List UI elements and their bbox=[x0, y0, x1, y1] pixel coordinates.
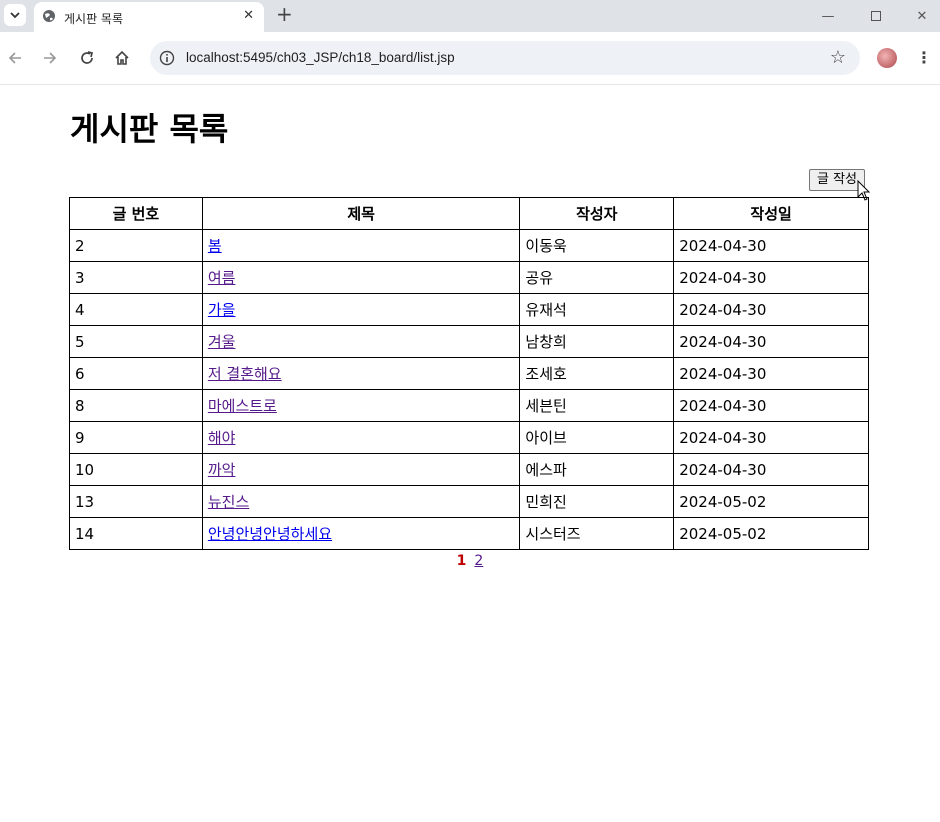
table-row: 6 저 결혼해요 조세호 2024-04-30 bbox=[69, 357, 869, 390]
post-date: 2024-04-30 bbox=[673, 229, 869, 262]
post-number: 9 bbox=[69, 421, 203, 454]
post-title-cell: 마에스트로 bbox=[201, 389, 521, 422]
close-icon[interactable]: ✕ bbox=[243, 8, 254, 23]
table-row: 4 가을 유재석 2024-04-30 bbox=[69, 293, 869, 326]
post-title-link[interactable]: 저 결혼해요 bbox=[208, 365, 282, 383]
post-number: 5 bbox=[69, 325, 203, 358]
post-number: 14 bbox=[69, 517, 203, 550]
board-table: 글 번호 제목 작성자 작성일 2 봄 이동욱 2024-04-30 3 여름 … bbox=[69, 197, 869, 550]
post-date: 2024-04-30 bbox=[673, 389, 869, 422]
post-date: 2024-04-30 bbox=[673, 293, 869, 326]
post-title-link[interactable]: 안녕안녕안녕하세요 bbox=[208, 525, 332, 543]
window-close-icon[interactable]: ✕ bbox=[912, 6, 932, 26]
post-number: 4 bbox=[69, 293, 203, 326]
reload-icon[interactable] bbox=[75, 46, 99, 70]
post-title-cell: 뉴진스 bbox=[201, 485, 521, 518]
minimize-icon[interactable]: — bbox=[818, 6, 838, 26]
post-number: 8 bbox=[69, 389, 203, 422]
post-title-cell: 겨울 bbox=[201, 325, 521, 358]
info-icon[interactable] bbox=[159, 50, 175, 66]
address-bar[interactable]: localhost:5495/ch03_JSP/ch18_board/list.… bbox=[150, 41, 860, 75]
post-title-link[interactable]: 가을 bbox=[208, 301, 236, 319]
post-title-cell: 저 결혼해요 bbox=[201, 357, 521, 390]
post-number: 13 bbox=[69, 485, 203, 518]
post-number: 3 bbox=[69, 261, 203, 294]
post-author: 이동욱 bbox=[519, 229, 675, 262]
post-title-cell: 가을 bbox=[201, 293, 521, 326]
post-number: 6 bbox=[69, 357, 203, 390]
post-title-link[interactable]: 여름 bbox=[208, 269, 236, 287]
post-number: 2 bbox=[69, 229, 203, 262]
post-title-link[interactable]: 봄 bbox=[208, 237, 222, 255]
post-title-link[interactable]: 마에스트로 bbox=[208, 397, 277, 415]
post-author: 아이브 bbox=[519, 421, 675, 454]
home-icon[interactable] bbox=[110, 46, 134, 70]
post-date: 2024-05-02 bbox=[673, 485, 869, 518]
table-row: 2 봄 이동욱 2024-04-30 bbox=[69, 229, 869, 262]
post-title-cell: 봄 bbox=[201, 229, 521, 262]
browser-toolbar: localhost:5495/ch03_JSP/ch18_board/list.… bbox=[0, 32, 940, 85]
globe-icon bbox=[43, 10, 55, 22]
table-row: 10 까악 에스파 2024-04-30 bbox=[69, 453, 869, 486]
avatar[interactable] bbox=[877, 48, 897, 68]
forward-arrow-icon[interactable] bbox=[38, 46, 62, 70]
tab-strip: 게시판 목록 ✕ + — ✕ bbox=[0, 0, 940, 32]
table-row: 8 마에스트로 세븐틴 2024-04-30 bbox=[69, 389, 869, 422]
table-header-row: 글 번호 제목 작성자 작성일 bbox=[69, 197, 869, 230]
post-author: 유재석 bbox=[519, 293, 675, 326]
column-header-title: 제목 bbox=[201, 197, 521, 230]
post-title-cell: 까악 bbox=[201, 453, 521, 486]
star-icon[interactable]: ☆ bbox=[830, 47, 846, 68]
tab-title: 게시판 목록 bbox=[64, 12, 124, 26]
column-header-author: 작성자 bbox=[519, 197, 675, 230]
maximize-icon[interactable] bbox=[866, 6, 886, 26]
post-date: 2024-04-30 bbox=[673, 357, 869, 390]
post-author: 시스터즈 bbox=[519, 517, 675, 550]
url-text: localhost:5495/ch03_JSP/ch18_board/list.… bbox=[186, 50, 455, 65]
post-date: 2024-05-02 bbox=[673, 517, 869, 550]
chevron-down-icon bbox=[10, 12, 20, 19]
post-title-link[interactable]: 겨울 bbox=[208, 333, 236, 351]
page-link[interactable]: 2 bbox=[474, 553, 483, 569]
post-title-link[interactable]: 뉴진스 bbox=[208, 493, 249, 511]
column-header-date: 작성일 bbox=[673, 197, 869, 230]
plus-icon[interactable]: + bbox=[276, 4, 293, 24]
page-title: 게시판 목록 bbox=[70, 110, 229, 148]
back-arrow-icon[interactable] bbox=[3, 46, 27, 70]
post-title-link[interactable]: 까악 bbox=[208, 461, 236, 479]
post-date: 2024-04-30 bbox=[673, 453, 869, 486]
current-page: 1 bbox=[456, 553, 467, 569]
post-author: 에스파 bbox=[519, 453, 675, 486]
table-row: 5 겨울 남창희 2024-04-30 bbox=[69, 325, 869, 358]
post-title-cell: 해야 bbox=[201, 421, 521, 454]
table-row: 3 여름 공유 2024-04-30 bbox=[69, 261, 869, 294]
post-title-cell: 여름 bbox=[201, 261, 521, 294]
browser-tab[interactable]: 게시판 목록 ✕ bbox=[34, 2, 264, 32]
table-row: 13 뉴진스 민희진 2024-05-02 bbox=[69, 485, 869, 518]
post-number: 10 bbox=[69, 453, 203, 486]
post-author: 조세호 bbox=[519, 357, 675, 390]
post-date: 2024-04-30 bbox=[673, 325, 869, 358]
post-author: 민희진 bbox=[519, 485, 675, 518]
column-header-no: 글 번호 bbox=[69, 197, 203, 230]
kebab-menu-icon[interactable]: ⋮ bbox=[916, 48, 932, 67]
table-row: 9 해야 아이브 2024-04-30 bbox=[69, 421, 869, 454]
post-date: 2024-04-30 bbox=[673, 261, 869, 294]
table-row: 14 안녕안녕안녕하세요 시스터즈 2024-05-02 bbox=[69, 517, 869, 550]
pagination: 12 bbox=[0, 553, 940, 569]
post-title-link[interactable]: 해야 bbox=[208, 429, 236, 447]
post-author: 세븐틴 bbox=[519, 389, 675, 422]
post-author: 남창희 bbox=[519, 325, 675, 358]
post-date: 2024-04-30 bbox=[673, 421, 869, 454]
tab-search-button[interactable] bbox=[4, 4, 26, 26]
post-title-cell: 안녕안녕안녕하세요 bbox=[201, 517, 521, 550]
post-author: 공유 bbox=[519, 261, 675, 294]
